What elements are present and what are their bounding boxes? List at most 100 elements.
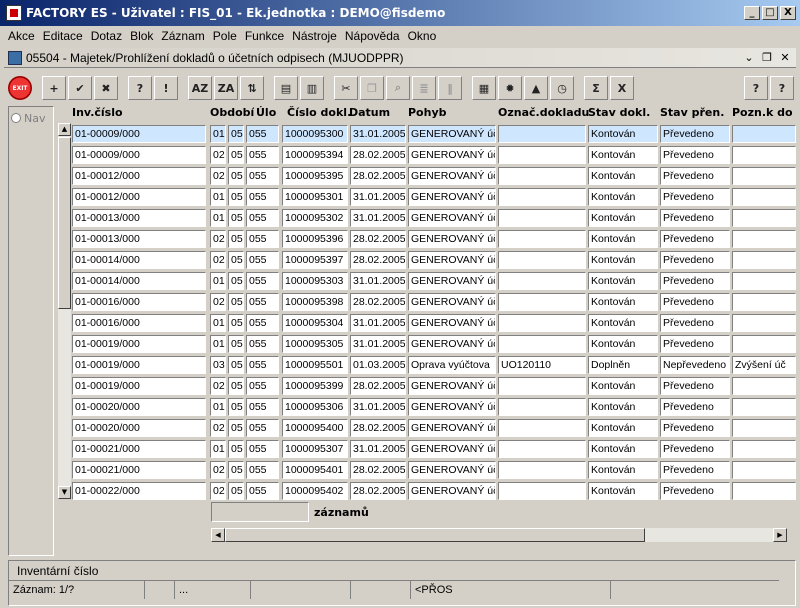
cell-stav-dokl[interactable]: Kontován xyxy=(588,251,658,269)
cell-pohyb[interactable]: GENEROVANÝ úč xyxy=(408,440,496,458)
cell-datum[interactable]: 31.01.2005 : xyxy=(350,440,406,458)
cell-obdobi[interactable]: 02 xyxy=(210,482,226,500)
cell-obdobi-2[interactable]: 05 xyxy=(228,125,244,143)
cell-stav-pren[interactable]: Převedeno xyxy=(660,293,730,311)
table-row[interactable]: 01-00009/000 01 05 055 1000095300 31.01.2005 … xyxy=(58,123,796,144)
cell-inv-cislo[interactable]: 01-00014/000 xyxy=(72,251,206,269)
cell-stav-pren[interactable]: Převedeno xyxy=(660,398,730,416)
cell-cislo-dokl[interactable]: 1000095303 xyxy=(282,272,348,290)
cell-ulo[interactable]: 055 xyxy=(246,146,279,164)
cell-cislo-dokl[interactable]: 1000095402 xyxy=(282,482,348,500)
table-row[interactable]: 01-00013/000 01 05 055 1000095302 31.01.2005 … xyxy=(58,207,796,228)
table-row[interactable]: 01-00016/000 01 05 055 1000095304 31.01.2005 … xyxy=(58,312,796,333)
cell-oznac-dokladu[interactable]: UO120110 xyxy=(498,356,586,374)
cell-obdobi[interactable]: 02 xyxy=(210,419,226,437)
menu-blok[interactable]: Blok xyxy=(126,29,157,43)
cell-stav-dokl[interactable]: Kontován xyxy=(588,482,658,500)
list-button[interactable]: ≣ xyxy=(412,76,436,100)
cell-oznac-dokladu[interactable] xyxy=(498,440,586,458)
cell-inv-cislo[interactable]: 01-00019/000 xyxy=(72,335,206,353)
cell-oznac-dokladu[interactable] xyxy=(498,377,586,395)
minimize-button[interactable]: _ xyxy=(744,6,760,20)
cell-inv-cislo[interactable]: 01-00020/000 xyxy=(72,419,206,437)
sum-button[interactable]: Σ xyxy=(584,76,608,100)
menu-okno[interactable]: Okno xyxy=(404,29,441,43)
sort-asc-button[interactable]: AZ xyxy=(188,76,212,100)
cell-ulo[interactable]: 055 xyxy=(246,377,279,395)
cell-inv-cislo[interactable]: 01-00021/000 xyxy=(72,440,206,458)
cell-pohyb[interactable]: GENEROVANÝ úč xyxy=(408,209,496,227)
cell-cislo-dokl[interactable]: 1000095306 xyxy=(282,398,348,416)
cell-stav-pren[interactable]: Převedeno xyxy=(660,230,730,248)
cell-stav-dokl[interactable]: Kontován xyxy=(588,272,658,290)
exit-button[interactable]: EXIT xyxy=(8,76,32,100)
table-row[interactable]: 01-00009/000 02 05 055 1000095394 28.02.2005 … xyxy=(58,144,796,165)
cell-stav-dokl[interactable]: Kontován xyxy=(588,314,658,332)
cell-stav-pren[interactable]: Převedeno xyxy=(660,125,730,143)
cell-stav-dokl[interactable]: Kontován xyxy=(588,398,658,416)
copy-button[interactable]: ❐ xyxy=(360,76,384,100)
cell-stav-dokl[interactable]: Kontován xyxy=(588,293,658,311)
hscroll-thumb[interactable] xyxy=(225,528,645,542)
cell-inv-cislo[interactable]: 01-00022/000 xyxy=(72,482,206,500)
cell-inv-cislo[interactable]: 01-00009/000 xyxy=(72,125,206,143)
cell-obdobi[interactable]: 01 xyxy=(210,272,226,290)
cell-obdobi-2[interactable]: 05 xyxy=(228,398,244,416)
table-row[interactable]: 01-00021/000 01 05 055 1000095307 31.01.2005 … xyxy=(58,438,796,459)
cell-obdobi[interactable]: 02 xyxy=(210,146,226,164)
cell-datum[interactable]: 31.01.2005 : xyxy=(350,209,406,227)
cell-cislo-dokl[interactable]: 1000095307 xyxy=(282,440,348,458)
cell-stav-dokl[interactable]: Kontován xyxy=(588,335,658,353)
cell-inv-cislo[interactable]: 01-00020/000 xyxy=(72,398,206,416)
excel-button[interactable]: X xyxy=(610,76,634,100)
cell-obdobi-2[interactable]: 05 xyxy=(228,272,244,290)
cell-inv-cislo[interactable]: 01-00013/000 xyxy=(72,230,206,248)
cell-inv-cislo[interactable]: 01-00016/000 xyxy=(72,293,206,311)
cell-pohyb[interactable]: GENEROVANÝ úč xyxy=(408,419,496,437)
cell-ulo[interactable]: 055 xyxy=(246,209,279,227)
cell-datum[interactable]: 28.02.2005 : xyxy=(350,251,406,269)
cell-obdobi[interactable]: 02 xyxy=(210,251,226,269)
cell-inv-cislo[interactable]: 01-00019/000 xyxy=(72,356,206,374)
cell-obdobi-2[interactable]: 05 xyxy=(228,440,244,458)
cell-stav-pren[interactable]: Převedeno xyxy=(660,188,730,206)
cell-oznac-dokladu[interactable] xyxy=(498,335,586,353)
cell-ulo[interactable]: 055 xyxy=(246,482,279,500)
cell-obdobi-2[interactable]: 05 xyxy=(228,314,244,332)
query-button[interactable]: ? xyxy=(128,76,152,100)
cell-obdobi[interactable]: 02 xyxy=(210,293,226,311)
cell-oznac-dokladu[interactable] xyxy=(498,251,586,269)
cell-datum[interactable]: 31.01.2005 : xyxy=(350,125,406,143)
cell-obdobi-2[interactable]: 05 xyxy=(228,419,244,437)
form-minimize-icon[interactable]: ⌄ xyxy=(742,51,756,64)
help-button[interactable]: ? xyxy=(744,76,768,100)
cell-stav-dokl[interactable]: Kontován xyxy=(588,377,658,395)
cell-pohyb[interactable]: GENEROVANÝ úč xyxy=(408,167,496,185)
cell-pozn[interactable] xyxy=(732,335,796,353)
cell-stav-dokl[interactable]: Doplněn xyxy=(588,356,658,374)
cell-cislo-dokl[interactable]: 1000095395 xyxy=(282,167,348,185)
cell-cislo-dokl[interactable]: 1000095301 xyxy=(282,188,348,206)
cell-obdobi-2[interactable]: 05 xyxy=(228,377,244,395)
delete-record-button[interactable]: ✖ xyxy=(94,76,118,100)
warning-button[interactable]: ▲ xyxy=(524,76,548,100)
table-row[interactable]: 01-00020/000 01 05 055 1000095306 31.01.2005 … xyxy=(58,396,796,417)
cell-inv-cislo[interactable]: 01-00014/000 xyxy=(72,272,206,290)
table-row[interactable]: 01-00014/000 01 05 055 1000095303 31.01.2005 … xyxy=(58,270,796,291)
cell-datum[interactable]: 31.01.2005 : xyxy=(350,335,406,353)
cell-stav-dokl[interactable]: Kontován xyxy=(588,167,658,185)
cell-stav-pren[interactable]: Převedeno xyxy=(660,209,730,227)
cell-pohyb[interactable]: GENEROVANÝ úč xyxy=(408,377,496,395)
cell-cislo-dokl[interactable]: 1000095304 xyxy=(282,314,348,332)
cell-obdobi-2[interactable]: 05 xyxy=(228,167,244,185)
cell-pohyb[interactable]: GENEROVANÝ úč xyxy=(408,398,496,416)
cell-stav-pren[interactable]: Převedeno xyxy=(660,440,730,458)
cell-ulo[interactable]: 055 xyxy=(246,293,279,311)
cell-pozn[interactable] xyxy=(732,230,796,248)
cell-obdobi[interactable]: 01 xyxy=(210,440,226,458)
cell-pohyb[interactable]: GENEROVANÝ úč xyxy=(408,314,496,332)
cell-oznac-dokladu[interactable] xyxy=(498,188,586,206)
cell-stav-dokl[interactable]: Kontován xyxy=(588,125,658,143)
cell-obdobi-2[interactable]: 05 xyxy=(228,188,244,206)
cell-obdobi[interactable]: 01 xyxy=(210,314,226,332)
